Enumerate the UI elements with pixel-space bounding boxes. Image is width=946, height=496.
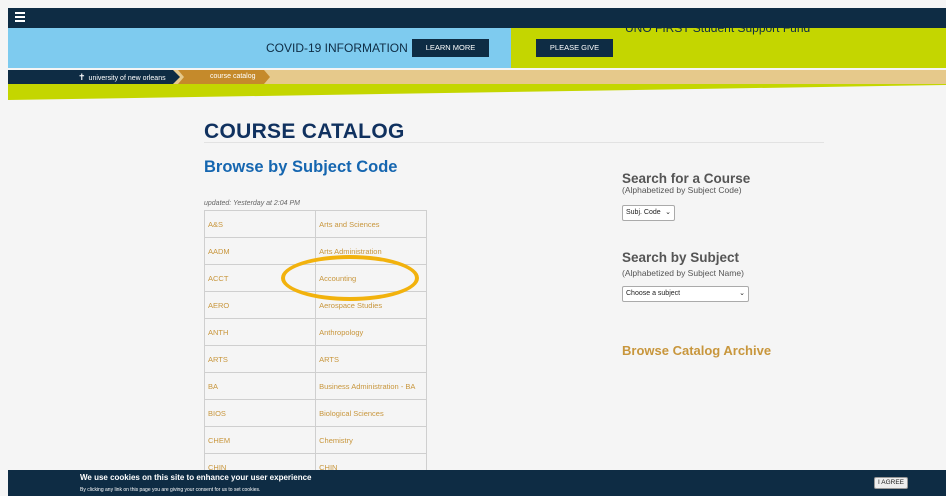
browse-heading: Browse by Subject Code <box>204 158 398 176</box>
cross-icon: ✝ <box>78 72 86 82</box>
highlight-circle-annotation <box>281 255 419 301</box>
subject-code-link[interactable]: BA <box>203 372 317 400</box>
table-row: A&S Arts and Sciences <box>203 210 427 238</box>
cookie-text: By clicking any link on this page you ar… <box>80 487 261 493</box>
breadcrumb-home-label: university of new orleans <box>88 75 166 82</box>
table-row: BA Business Administration - BA <box>203 372 427 400</box>
cookie-consent-bar: We use cookies on this site to enhance y… <box>8 470 946 496</box>
subject-name-link[interactable]: Business Administration - BA <box>315 372 427 400</box>
updated-timestamp: updated: Yesterday at 2:04 PM <box>204 200 300 207</box>
breadcrumb-home[interactable]: ✝ university of new orleans <box>8 70 180 84</box>
covid-banner-text: COVID-19 INFORMATION <box>266 41 408 55</box>
subject-name-select[interactable]: Choose a subject ⌄ <box>622 286 749 302</box>
subject-name-link[interactable]: Chemistry <box>315 426 427 454</box>
page: COVID-19 INFORMATION LEARN MORE PLEASE G… <box>8 8 946 496</box>
breadcrumb-current-label: course catalog <box>210 73 256 80</box>
subject-name-link[interactable]: Biological Sciences <box>315 399 427 427</box>
breadcrumb-current: course catalog <box>178 70 270 84</box>
subject-table: A&S Arts and Sciences AADM Arts Administrat… <box>203 210 427 481</box>
breadcrumb: ✝ university of new orleans course catalo… <box>8 70 946 84</box>
subject-code-link[interactable]: AADM <box>203 237 317 265</box>
subject-name-select-value: Choose a subject <box>626 290 681 297</box>
give-banner-text[interactable]: UNO FIRST Student Support Fund <box>625 21 810 35</box>
table-row: ARTS ARTS <box>203 345 427 373</box>
subject-code-select[interactable]: Subj. Code ⌄ <box>622 205 675 221</box>
subject-code-link[interactable]: ANTH <box>203 318 317 346</box>
learn-more-button[interactable]: LEARN MORE <box>412 39 489 57</box>
search-subject-subtitle: (Alphabetized by Subject Name) <box>622 268 744 278</box>
subject-code-link[interactable]: BIOS <box>203 399 317 427</box>
table-row: BIOS Biological Sciences <box>203 399 427 427</box>
please-give-button[interactable]: PLEASE GIVE <box>536 39 613 57</box>
subject-code-link[interactable]: AERO <box>203 291 317 319</box>
i-agree-button[interactable]: I AGREE <box>874 477 908 489</box>
search-course-subtitle: (Alphabetized by Subject Code) <box>622 185 742 195</box>
subject-name-link[interactable]: ARTS <box>315 345 427 373</box>
subject-code-link[interactable]: ARTS <box>203 345 317 373</box>
chevron-down-icon: ⌄ <box>665 209 671 216</box>
subject-name-link[interactable]: Arts and Sciences <box>315 210 427 238</box>
title-divider <box>204 142 824 143</box>
browse-catalog-archive-link[interactable]: Browse Catalog Archive <box>622 343 771 358</box>
cookie-title: We use cookies on this site to enhance y… <box>80 473 312 482</box>
table-row: ANTH Anthropology <box>203 318 427 346</box>
chevron-down-icon: ⌄ <box>739 290 745 297</box>
search-course-heading: Search for a Course <box>622 171 751 186</box>
subject-code-link[interactable]: A&S <box>203 210 317 238</box>
search-subject-heading: Search by Subject <box>622 250 740 265</box>
hamburger-icon[interactable] <box>15 12 25 22</box>
subject-code-link[interactable]: CHEM <box>203 426 317 454</box>
table-row: CHEM Chemistry <box>203 426 427 454</box>
subject-code-select-value: Subj. Code <box>626 209 661 216</box>
page-title: COURSE CATALOG <box>204 120 405 143</box>
header-wedge-decoration <box>8 84 946 100</box>
subject-name-link[interactable]: Anthropology <box>315 318 427 346</box>
